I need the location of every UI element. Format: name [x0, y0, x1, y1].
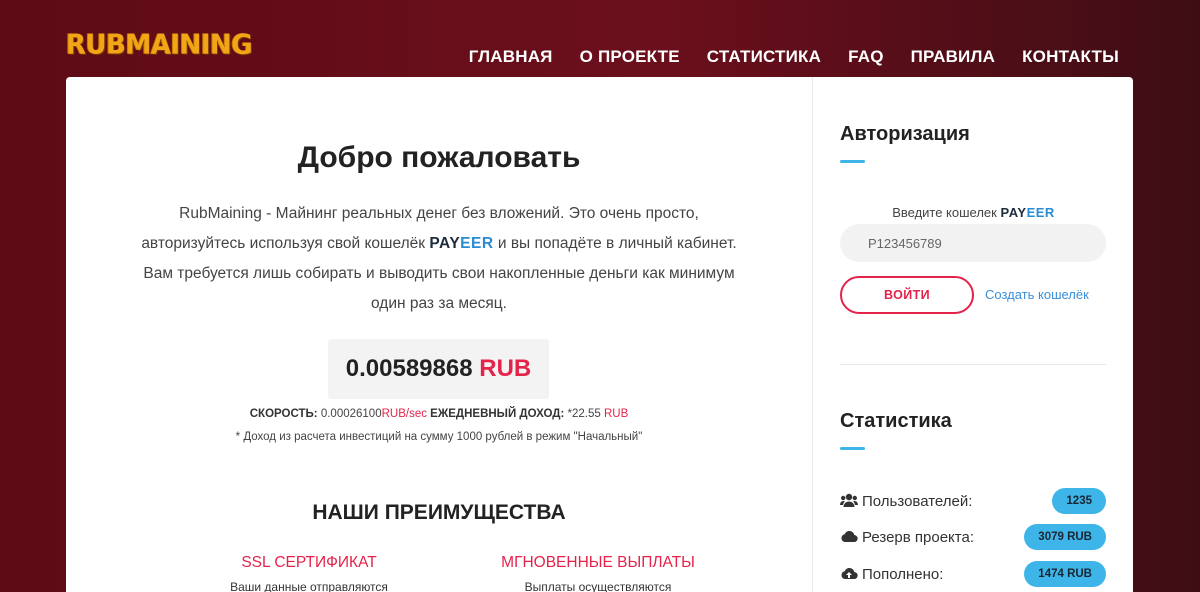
- feature-desc: Ваши данные отправляются: [230, 580, 388, 592]
- main-content: Добро пожаловать RubMaining - Майнинг ре…: [66, 77, 812, 592]
- site-logo[interactable]: RUBMAINING: [66, 29, 253, 61]
- stat-row-deposited: Пополнено: 1474 RUB: [840, 561, 1106, 587]
- create-wallet-link[interactable]: Создать кошелёк: [985, 287, 1089, 302]
- nav-about[interactable]: О ПРОЕКТЕ: [580, 47, 680, 67]
- stat-label: Резерв проекта:: [862, 529, 974, 546]
- stat-row-reserve: Резерв проекта: 3079 RUB: [840, 524, 1106, 550]
- auth-title: Авторизация: [840, 123, 970, 145]
- wallet-input[interactable]: [840, 224, 1106, 262]
- speed-label: СКОРОСТЬ:: [249, 408, 318, 420]
- sidebar: Авторизация Введите кошелек PAYEER ВОЙТИ…: [812, 77, 1133, 592]
- stat-value: 3079 RUB: [1024, 524, 1106, 550]
- daily-value: *22.55: [567, 408, 601, 420]
- wallet-label-text: Введите кошелек: [892, 205, 997, 220]
- feature-title: МГНОВЕННЫЕ ВЫПЛАТЫ: [501, 554, 695, 571]
- speed-info: СКОРОСТЬ: 0.00026100RUB/sec ЕЖЕДНЕВНЫЙ Д…: [66, 408, 812, 420]
- daily-label: ЕЖЕДНЕВНЫЙ ДОХОД:: [430, 408, 565, 420]
- stat-value: 1474 RUB: [1024, 561, 1106, 587]
- main-nav: ГЛАВНАЯ О ПРОЕКТЕ СТАТИСТИКА FAQ ПРАВИЛА…: [469, 47, 1119, 67]
- title-underline: [840, 160, 865, 163]
- users-icon: [840, 493, 858, 508]
- payeer-pay: PAY: [1000, 205, 1027, 220]
- stat-row-users: Пользователей: 1235: [840, 488, 1106, 514]
- feature-title: SSL СЕРТИФИКАТ: [241, 554, 377, 571]
- speed-unit: RUB/sec: [381, 408, 427, 420]
- stat-value: 1235: [1052, 488, 1106, 514]
- content-card: Добро пожаловать RubMaining - Майнинг ре…: [66, 77, 1133, 592]
- nav-faq[interactable]: FAQ: [848, 47, 884, 67]
- daily-unit: RUB: [603, 408, 629, 420]
- stats-title: Статистика: [840, 410, 952, 432]
- title-underline: [840, 447, 865, 450]
- nav-stats[interactable]: СТАТИСТИКА: [707, 47, 821, 67]
- payeer-brand: PAYEER: [1000, 205, 1054, 220]
- divider: [840, 364, 1106, 365]
- intro-text: RubMaining - Майнинг реальных денег без …: [126, 199, 752, 319]
- payeer-eer: EER: [460, 235, 494, 252]
- balance-value: 0.00589868: [345, 355, 473, 382]
- feature-ssl: SSL СЕРТИФИКАТ Ваши данные отправляются: [179, 554, 439, 592]
- cloud-icon: [840, 529, 858, 544]
- stat-label: Пополнено:: [862, 566, 944, 583]
- stat-label: Пользователей:: [862, 493, 973, 510]
- income-note: * Доход из расчета инвестиций на сумму 1…: [235, 431, 643, 443]
- payeer-pay: PAY: [429, 235, 461, 252]
- balance-currency: RUB: [479, 355, 532, 382]
- advantages-title: НАШИ ПРЕИМУЩЕСТВА: [312, 501, 566, 524]
- balance-display: 0.00589868 RUB: [328, 339, 549, 399]
- cloud-upload-icon: [840, 566, 858, 581]
- payeer-eer: EER: [1026, 205, 1055, 220]
- nav-home[interactable]: ГЛАВНАЯ: [469, 47, 553, 67]
- payeer-brand: PAYEER: [429, 235, 493, 252]
- feature-desc: Выплаты осуществляются: [524, 580, 672, 592]
- speed-value: 0.00026100: [320, 408, 382, 420]
- wallet-label: Введите кошелек PAYEER: [813, 205, 1134, 220]
- nav-rules[interactable]: ПРАВИЛА: [911, 47, 995, 67]
- nav-contacts[interactable]: КОНТАКТЫ: [1022, 47, 1119, 67]
- login-button[interactable]: ВОЙТИ: [840, 276, 974, 314]
- welcome-title: Добро пожаловать: [297, 141, 581, 174]
- feature-instant-payouts: МГНОВЕННЫЕ ВЫПЛАТЫ Выплаты осуществляютс…: [468, 554, 728, 592]
